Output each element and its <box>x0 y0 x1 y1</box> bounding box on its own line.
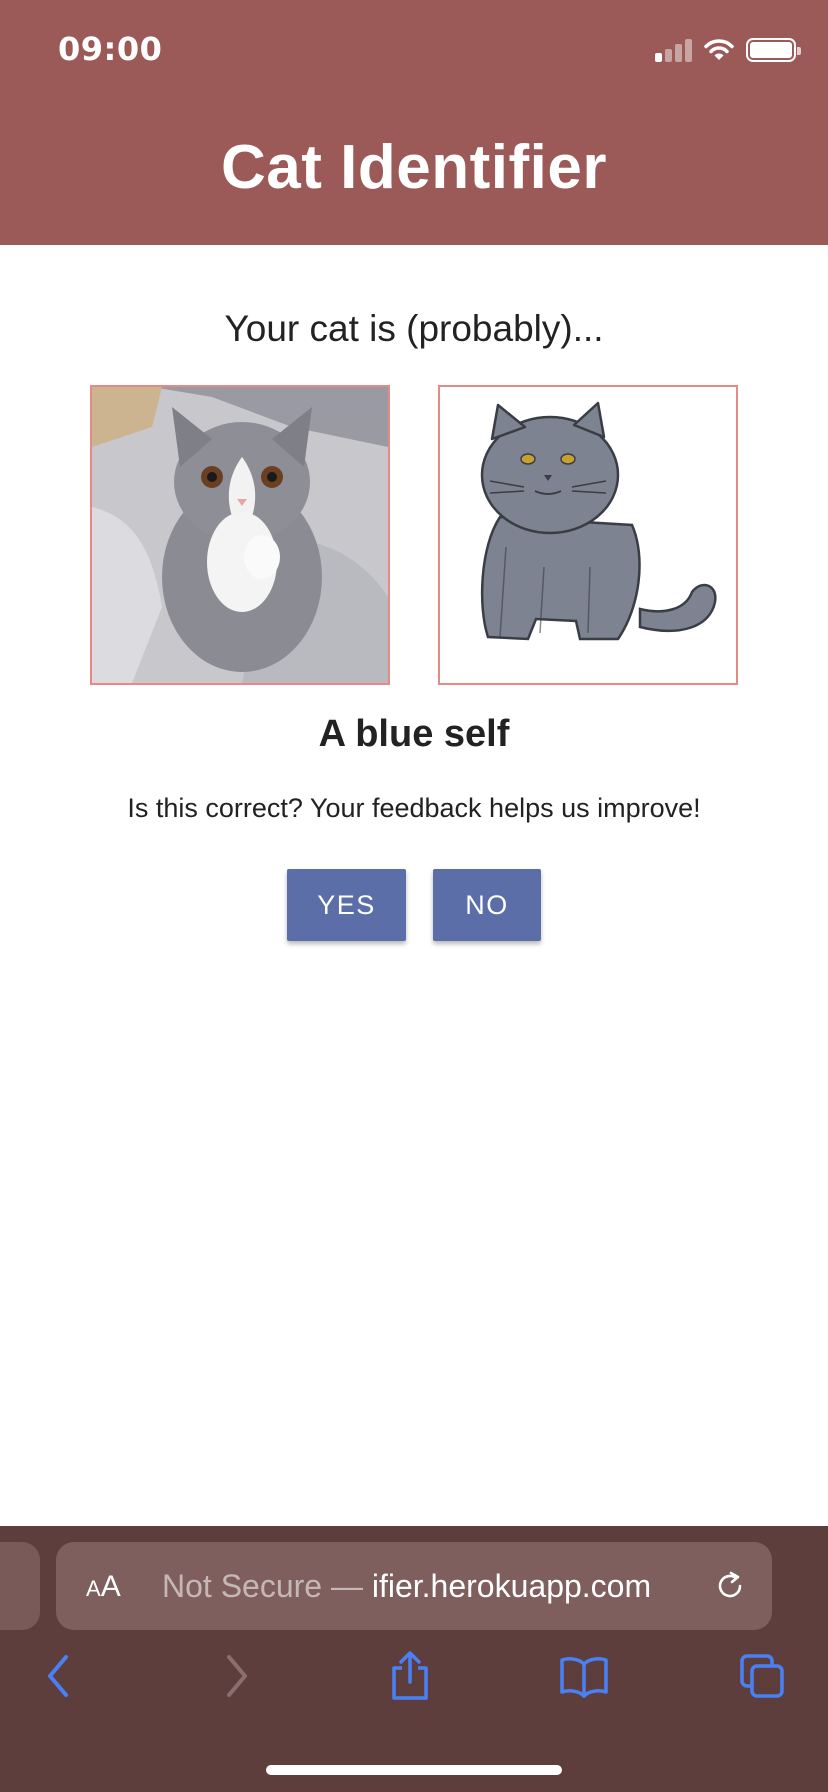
reader-options-button[interactable]: AA <box>86 1570 121 1604</box>
page-title: Cat Identifier <box>221 133 607 202</box>
address-bar[interactable]: AA Not Secure — ifier.herokuapp.com <box>56 1542 772 1630</box>
feedback-prompt: Is this correct? Your feedback helps us … <box>127 793 701 823</box>
battery-icon <box>746 38 801 62</box>
uploaded-cat-photo <box>90 385 390 685</box>
reload-icon[interactable] <box>712 1568 748 1604</box>
app-header: 09:00 Cat Identifier <box>0 0 828 245</box>
bookmarks-icon[interactable] <box>558 1650 610 1702</box>
share-icon[interactable] <box>384 1650 436 1702</box>
wifi-icon <box>704 39 734 60</box>
home-indicator[interactable] <box>266 1765 562 1775</box>
no-button[interactable]: NO <box>433 869 541 941</box>
yes-button[interactable]: YES <box>287 869 406 941</box>
status-icons <box>655 36 801 64</box>
cat-breed-illustration <box>438 385 738 685</box>
status-time: 09:00 <box>58 30 163 68</box>
predicted-breed: A blue self <box>318 713 510 755</box>
result-intro: Your cat is (probably)... <box>224 308 604 349</box>
previous-tab-preview[interactable] <box>0 1542 40 1630</box>
back-icon[interactable] <box>32 1650 84 1702</box>
tabs-icon[interactable] <box>736 1650 788 1702</box>
cellular-signal-icon <box>655 38 692 62</box>
url-text: Not Secure — ifier.herokuapp.com <box>162 1568 652 1604</box>
forward-icon[interactable] <box>211 1650 263 1702</box>
